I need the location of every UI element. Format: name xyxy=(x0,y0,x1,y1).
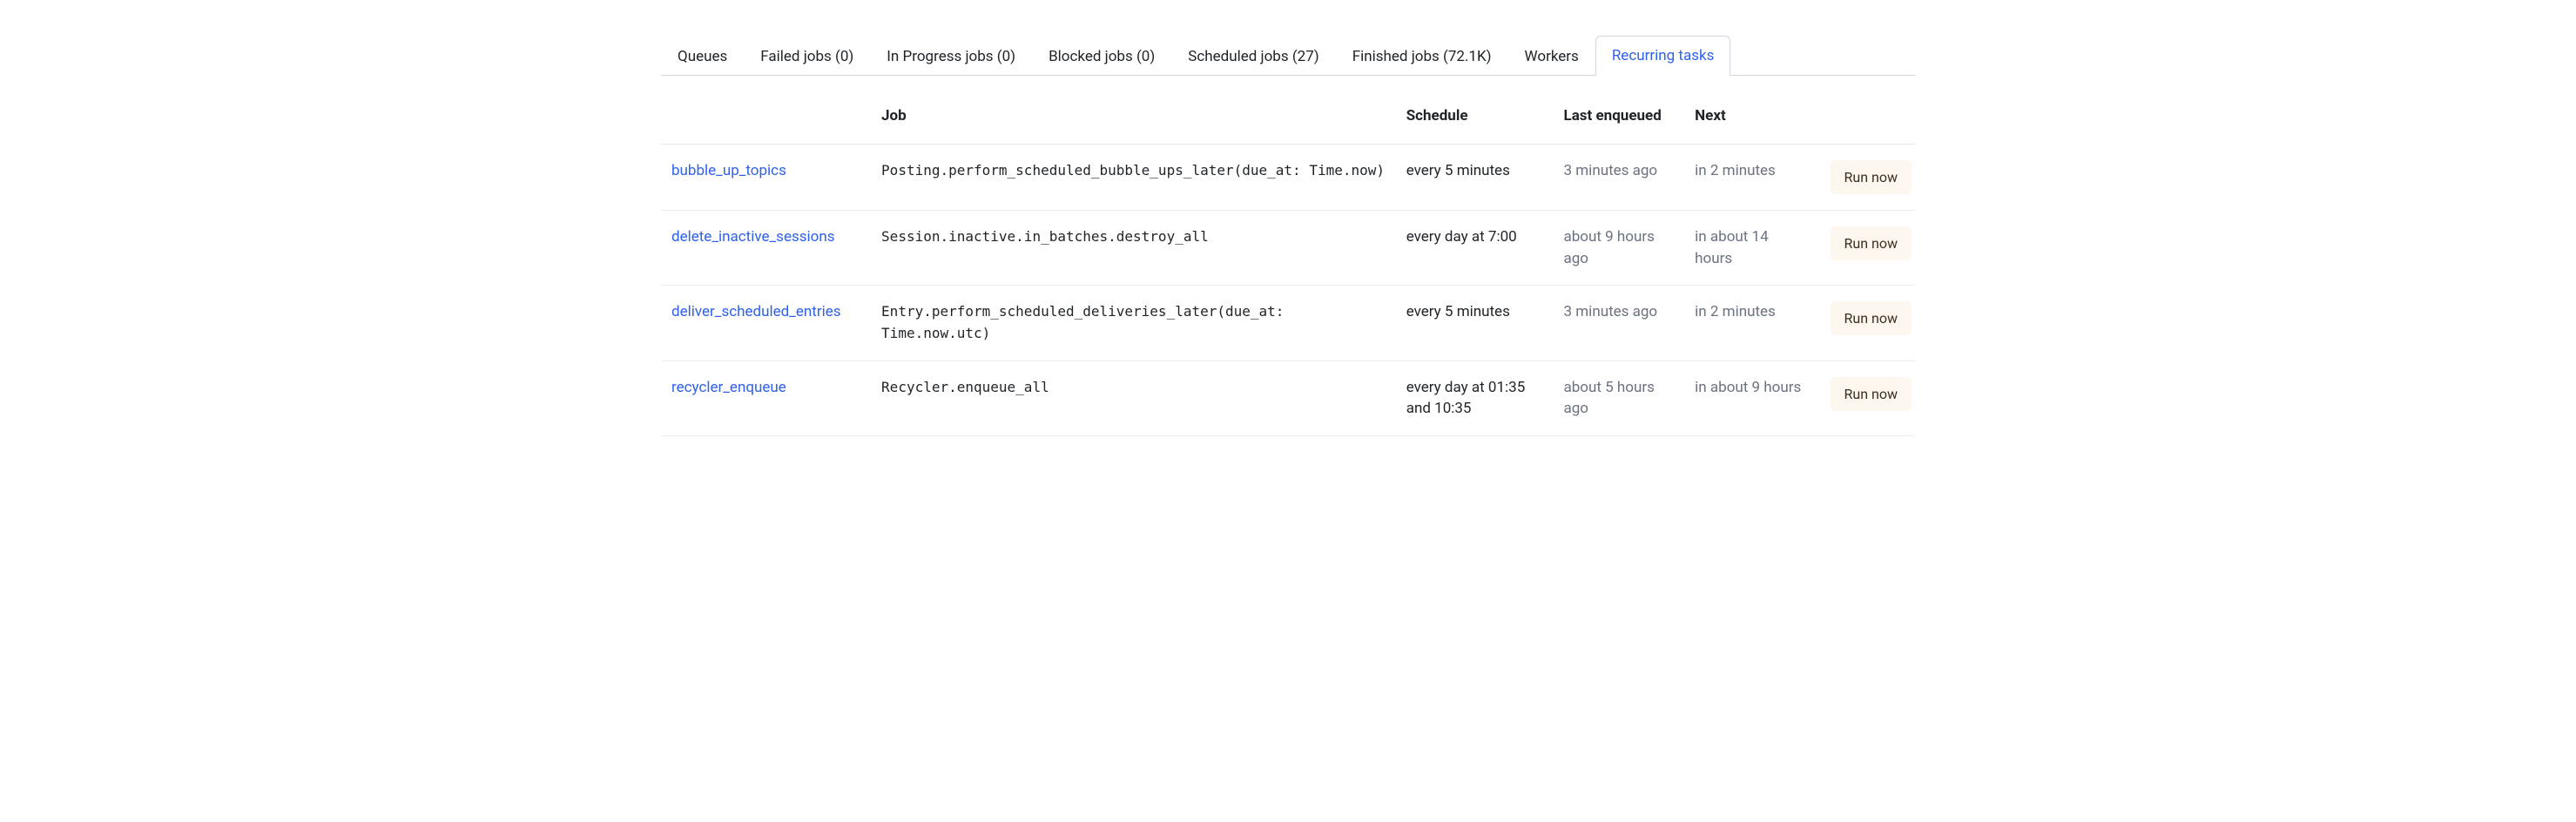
table-row: bubble_up_topics Posting.perform_schedule… xyxy=(661,145,1915,211)
task-link[interactable]: delete_inactive_sessions xyxy=(671,228,835,246)
task-link[interactable]: deliver_scheduled_entries xyxy=(671,303,841,320)
col-header-job: Job xyxy=(871,93,1396,145)
tab-failed-jobs-0[interactable]: Failed jobs (0) xyxy=(744,37,870,76)
col-header-name xyxy=(661,93,871,145)
tab-in-progress-jobs-0[interactable]: In Progress jobs (0) xyxy=(870,37,1032,76)
run-now-button[interactable]: Run now xyxy=(1831,301,1912,335)
task-link[interactable]: recycler_enqueue xyxy=(671,379,786,396)
task-last-enqueued: 3 minutes ago xyxy=(1554,145,1685,211)
task-next: in about 9 hours xyxy=(1684,360,1816,435)
task-schedule: every 5 minutes xyxy=(1396,145,1554,211)
run-now-button[interactable]: Run now xyxy=(1831,226,1912,260)
col-header-next: Next xyxy=(1684,93,1816,145)
run-now-button[interactable]: Run now xyxy=(1831,160,1912,194)
task-last-enqueued: about 5 hours ago xyxy=(1554,360,1685,435)
tab-blocked-jobs-0[interactable]: Blocked jobs (0) xyxy=(1032,37,1171,76)
tab-finished-jobs-72-1k[interactable]: Finished jobs (72.1K) xyxy=(1336,37,1508,76)
task-next: in about 14 hours xyxy=(1684,211,1816,286)
task-next: in 2 minutes xyxy=(1684,145,1816,211)
task-schedule: every day at 01:35 and 10:35 xyxy=(1396,360,1554,435)
job-command: Session.inactive.in_batches.destroy_all xyxy=(881,228,1209,245)
task-last-enqueued: about 9 hours ago xyxy=(1554,211,1685,286)
job-command: Entry.perform_scheduled_deliveries_later… xyxy=(881,303,1284,341)
run-now-button[interactable]: Run now xyxy=(1831,377,1912,411)
task-schedule: every day at 7:00 xyxy=(1396,211,1554,286)
task-next: in 2 minutes xyxy=(1684,286,1816,360)
task-last-enqueued: 3 minutes ago xyxy=(1554,286,1685,360)
tab-workers[interactable]: Workers xyxy=(1508,37,1595,76)
col-header-schedule: Schedule xyxy=(1396,93,1554,145)
col-header-last: Last enqueued xyxy=(1554,93,1685,145)
table-row: deliver_scheduled_entries Entry.perform_s… xyxy=(661,286,1915,360)
tab-recurring-tasks[interactable]: Recurring tasks xyxy=(1595,36,1731,76)
job-command: Recycler.enqueue_all xyxy=(881,379,1049,395)
col-header-action xyxy=(1816,93,1915,145)
job-command: Posting.perform_scheduled_bubble_ups_lat… xyxy=(881,162,1385,179)
tab-scheduled-jobs-27[interactable]: Scheduled jobs (27) xyxy=(1171,37,1335,76)
task-schedule: every 5 minutes xyxy=(1396,286,1554,360)
recurring-tasks-table: Job Schedule Last enqueued Next bubble_u… xyxy=(661,93,1915,436)
table-row: recycler_enqueue Recycler.enqueue_all ever… xyxy=(661,360,1915,435)
table-row: delete_inactive_sessions Session.inactive… xyxy=(661,211,1915,286)
tab-bar: QueuesFailed jobs (0)In Progress jobs (0… xyxy=(661,35,1915,76)
tab-queues[interactable]: Queues xyxy=(661,37,744,76)
task-link[interactable]: bubble_up_topics xyxy=(671,162,786,179)
